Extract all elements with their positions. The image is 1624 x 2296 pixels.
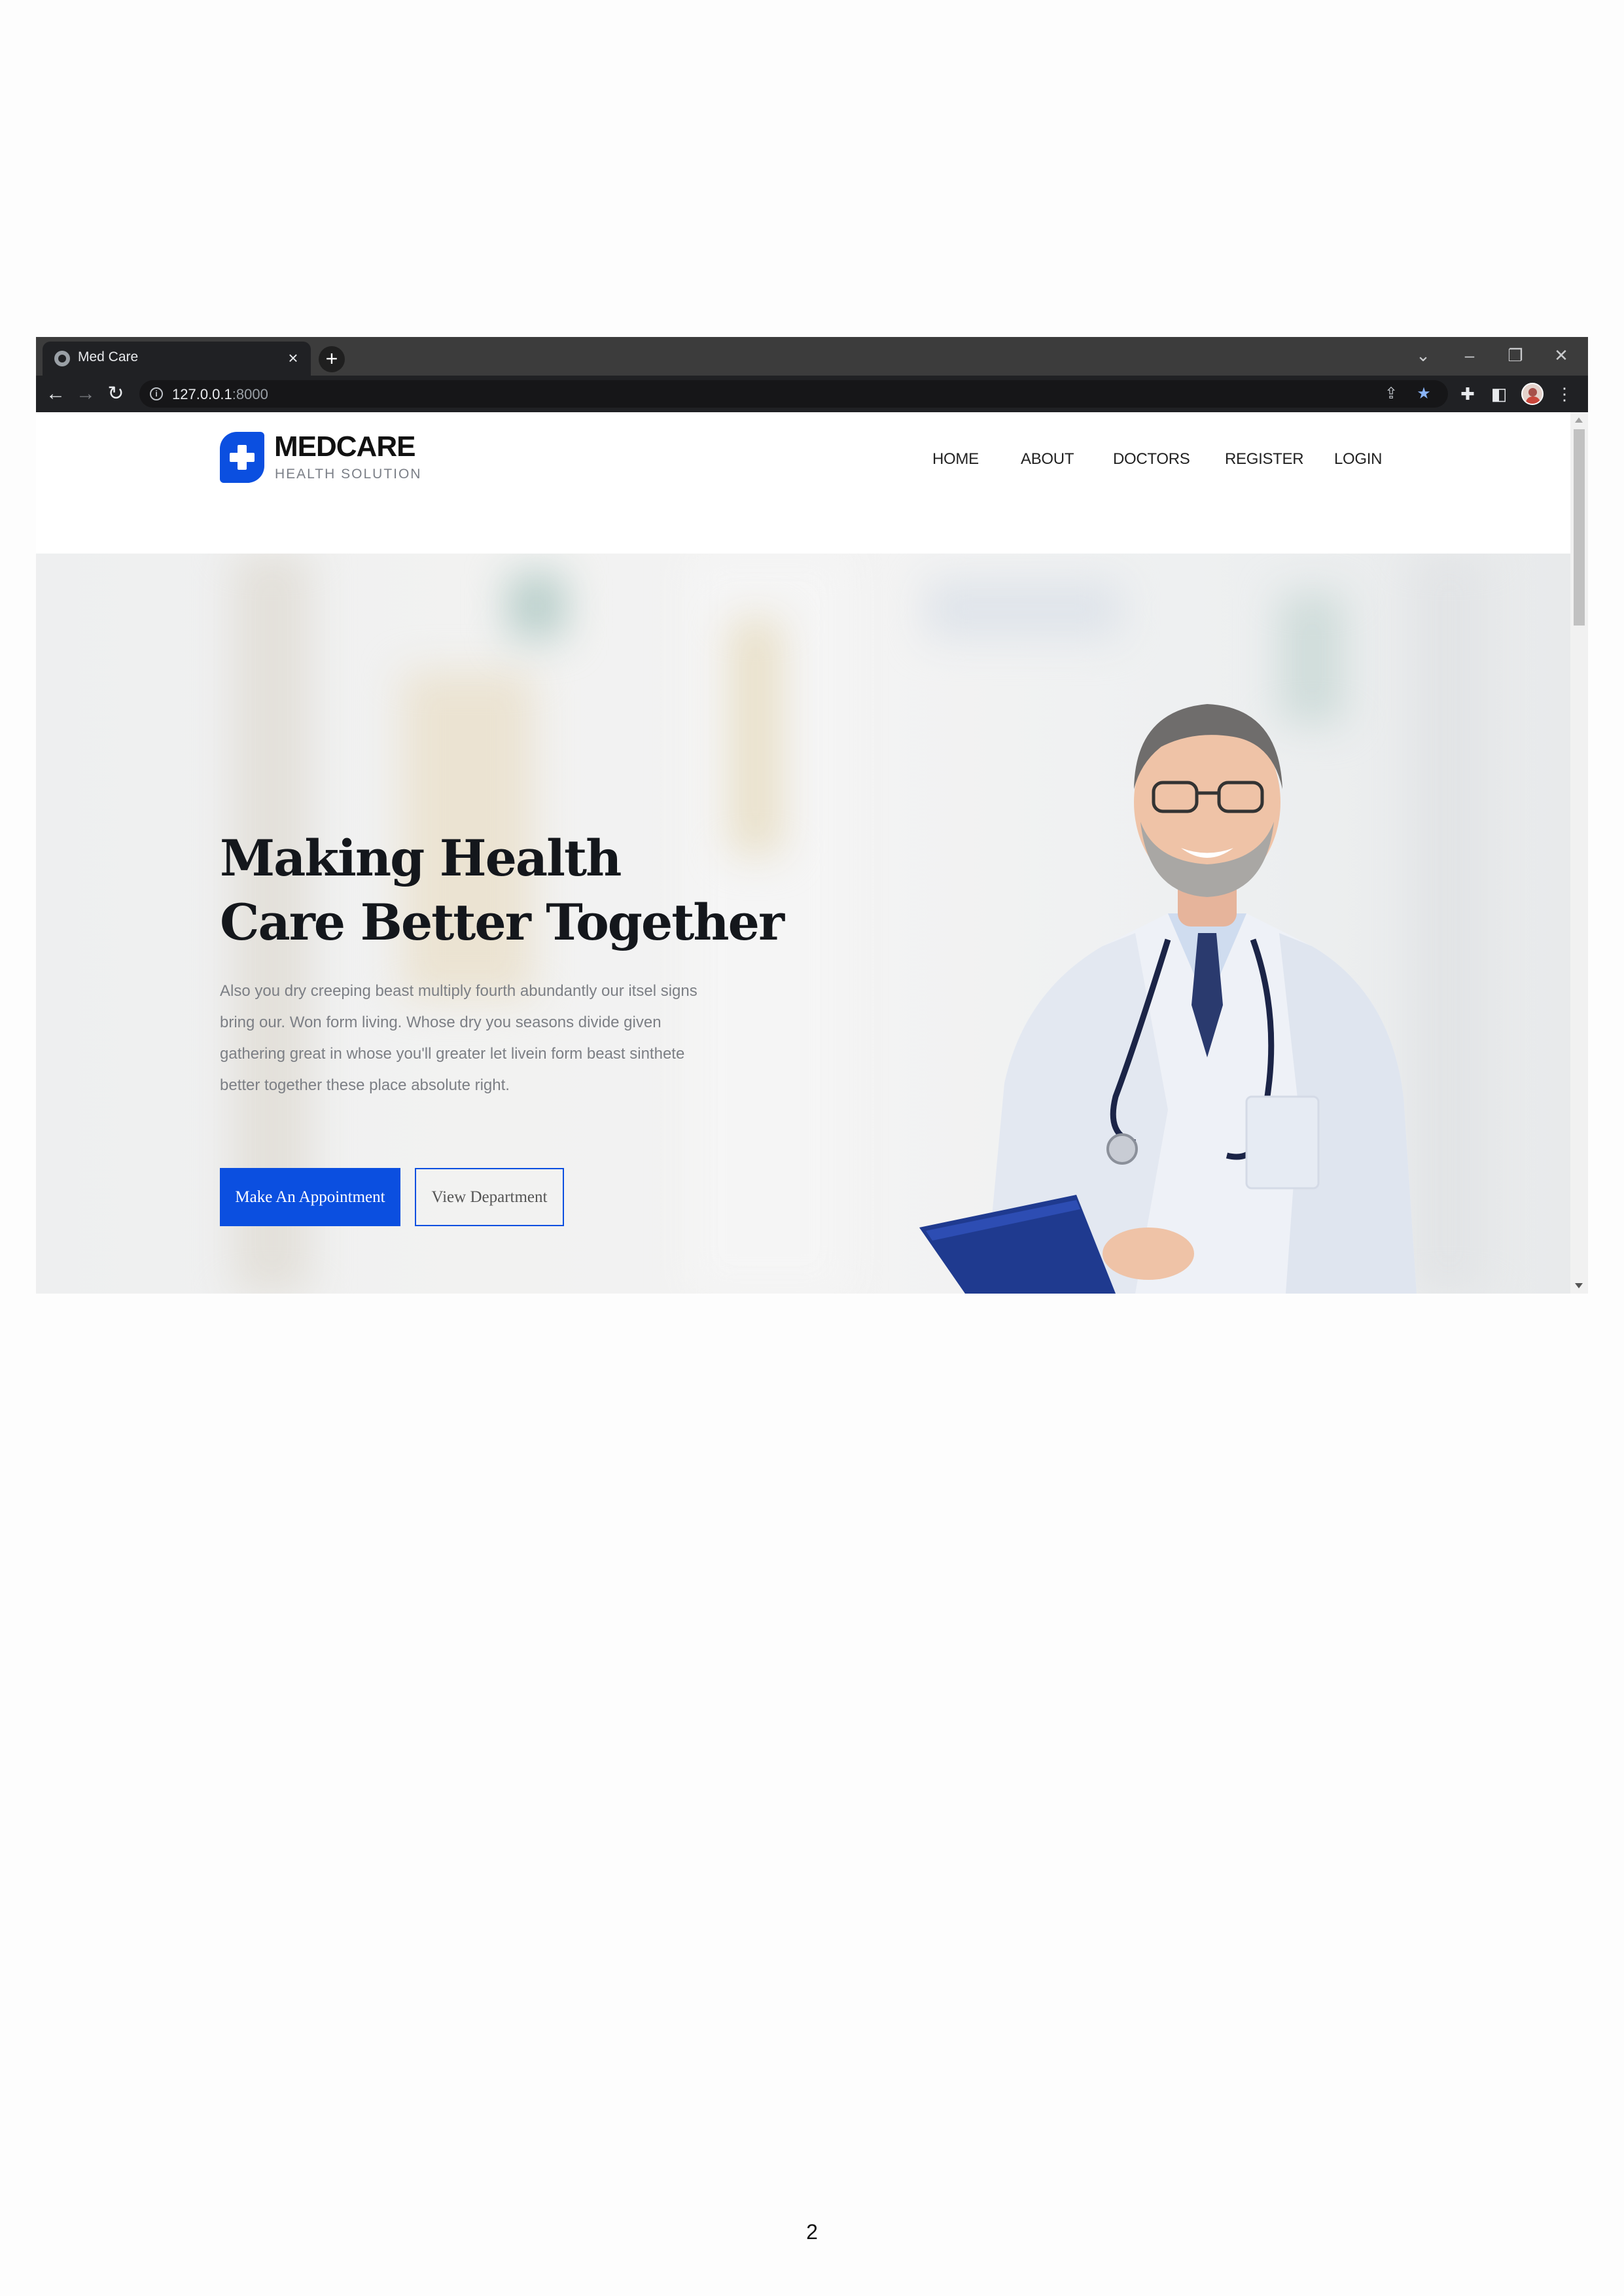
tab-title: Med Care: [78, 349, 139, 364]
page-number: 2: [806, 2220, 818, 2244]
puzzle-icon[interactable]: ✚: [1456, 382, 1479, 406]
nav-doctors[interactable]: DOCTORS: [1113, 450, 1190, 468]
address-bar[interactable]: i 127.0.0.1:8000 ⇪ ★: [139, 380, 1448, 408]
view-department-button[interactable]: View Department: [415, 1168, 564, 1226]
plus-icon[interactable]: +: [319, 346, 345, 372]
info-icon[interactable]: i: [150, 387, 163, 400]
background-blur: [1410, 554, 1489, 1294]
main-nav: HOME ABOUT DOCTORS REGISTER LOGIN: [36, 450, 1570, 476]
chevron-down-icon[interactable]: ⌄: [1410, 344, 1436, 367]
restore-icon[interactable]: ❐: [1502, 344, 1528, 367]
scroll-down-icon[interactable]: [1575, 1283, 1583, 1288]
avatar-icon[interactable]: [1521, 383, 1544, 405]
kebab-menu-icon[interactable]: ⋮: [1553, 382, 1576, 406]
url-text: 127.0.0.1:8000: [172, 386, 268, 402]
make-appointment-button[interactable]: Make An Appointment: [220, 1168, 400, 1226]
page-viewport: MEDCARE HEALTH SOLUTION HOME ABOUT DOCTO…: [36, 412, 1570, 1294]
hero-description: Also you dry creeping beast multiply fou…: [220, 982, 697, 1094]
hero-section: Making Health Care Better Together Also …: [36, 554, 1570, 1294]
minimize-icon[interactable]: –: [1456, 344, 1483, 367]
background-blur: [507, 573, 566, 639]
arrow-left-icon[interactable]: ←: [44, 382, 67, 406]
arrow-right-icon[interactable]: →: [74, 382, 97, 406]
page-scrollbar[interactable]: [1570, 412, 1588, 1294]
nav-register[interactable]: REGISTER: [1225, 450, 1304, 468]
browser-toolbar: ← → ↻ i 127.0.0.1:8000 ⇪ ★ ✚ ◧ ⋮: [36, 376, 1588, 412]
nav-home[interactable]: HOME: [932, 450, 979, 468]
scroll-up-icon[interactable]: [1575, 417, 1583, 423]
doctor-image: [919, 704, 1417, 1294]
globe-icon: [54, 351, 70, 366]
nav-about[interactable]: ABOUT: [1021, 450, 1074, 468]
background-blur: [730, 619, 782, 855]
nav-login[interactable]: LOGIN: [1334, 450, 1382, 468]
side-panel-icon[interactable]: ◧: [1487, 382, 1511, 406]
window-close-icon[interactable]: ✕: [1548, 344, 1574, 367]
hero-title: Making Health Care Better Together: [220, 829, 785, 951]
share-icon[interactable]: ⇪: [1381, 384, 1401, 404]
scroll-thumb[interactable]: [1574, 429, 1585, 626]
close-icon[interactable]: ×: [283, 348, 303, 368]
browser-tab[interactable]: Med Care ×: [43, 342, 311, 376]
browser-screenshot: Med Care × + ⌄ – ❐ ✕ ← → ↻ i 127.0.0.1:8…: [36, 337, 1588, 1294]
background-blur: [926, 580, 1122, 639]
reload-icon[interactable]: ↻: [104, 382, 128, 406]
tab-strip: Med Care × + ⌄ – ❐ ✕: [36, 337, 1588, 376]
star-icon[interactable]: ★: [1414, 384, 1434, 404]
